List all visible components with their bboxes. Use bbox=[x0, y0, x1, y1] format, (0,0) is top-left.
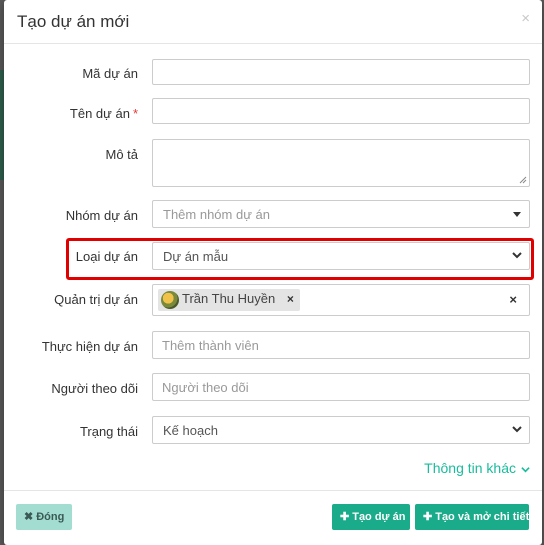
remove-tag-icon[interactable]: × bbox=[287, 292, 294, 306]
times-icon: ✖ bbox=[24, 511, 34, 523]
project-members-label: Thực hiện dự án bbox=[41, 339, 138, 354]
project-name-label-text: Tên dự án bbox=[69, 106, 130, 121]
more-info-link[interactable]: Thông tin khác bbox=[424, 460, 530, 476]
dialog-title: Tạo dự án mới bbox=[17, 12, 130, 31]
project-name-input[interactable] bbox=[152, 98, 530, 124]
close-button-label: Đóng bbox=[36, 511, 65, 523]
project-type-label: Loại dự án bbox=[75, 249, 138, 264]
description-label: Mô tả bbox=[105, 147, 138, 162]
caret-down-icon bbox=[513, 212, 521, 217]
more-info-label: Thông tin khác bbox=[424, 460, 516, 476]
clear-selection-icon[interactable]: × bbox=[509, 292, 517, 307]
dialog-header: Tạo dự án mới × bbox=[4, 0, 542, 44]
project-group-label: Nhóm dự án bbox=[65, 208, 138, 223]
project-code-input[interactable] bbox=[152, 59, 530, 85]
status-label: Trạng thái bbox=[79, 424, 138, 439]
close-icon[interactable]: × bbox=[521, 10, 530, 27]
create-and-open-label: Tạo và mở chi tiết bbox=[435, 511, 530, 523]
create-project-button[interactable]: ✚ Tạo dự án bbox=[332, 504, 410, 530]
project-admins-select[interactable]: Trần Thu Huyền × × bbox=[152, 284, 530, 316]
project-group-placeholder: Thêm nhóm dự án bbox=[163, 207, 270, 222]
avatar bbox=[161, 291, 179, 309]
project-admins-label: Quản trị dự án bbox=[54, 292, 138, 307]
status-select[interactable]: Kế hoạch bbox=[152, 416, 530, 444]
project-members-placeholder: Thêm thành viên bbox=[162, 338, 259, 353]
plus-icon: ✚ bbox=[340, 511, 350, 523]
create-project-label: Tạo dự án bbox=[352, 511, 406, 523]
resize-grip-icon[interactable] bbox=[519, 176, 527, 184]
chevron-down-icon bbox=[512, 252, 522, 259]
chevron-down-icon bbox=[521, 466, 530, 473]
followers-label: Người theo dõi bbox=[51, 381, 138, 396]
admin-tag-name: Trần Thu Huyền bbox=[182, 291, 276, 306]
followers-input[interactable]: Người theo dõi bbox=[152, 373, 530, 401]
dialog-footer: ✖ Đóng ✚ Tạo dự án ✚ Tạo và mở chi tiết bbox=[4, 490, 542, 545]
chevron-down-icon bbox=[512, 426, 522, 433]
status-value: Kế hoạch bbox=[163, 423, 218, 438]
project-members-input[interactable]: Thêm thành viên bbox=[152, 331, 530, 359]
project-type-select[interactable]: Dự án mẫu bbox=[152, 242, 530, 270]
required-mark: * bbox=[132, 106, 138, 121]
admin-tag: Trần Thu Huyền × bbox=[158, 289, 300, 311]
create-and-open-button[interactable]: ✚ Tạo và mở chi tiết bbox=[415, 504, 529, 530]
description-textarea[interactable] bbox=[152, 139, 530, 187]
followers-placeholder: Người theo dõi bbox=[162, 380, 249, 395]
create-project-dialog: Tạo dự án mới × Mã dự án Tên dự án * Mô t… bbox=[4, 0, 542, 545]
project-group-select[interactable]: Thêm nhóm dự án bbox=[152, 200, 530, 228]
project-code-label: Mã dự án bbox=[82, 66, 138, 81]
close-button[interactable]: ✖ Đóng bbox=[16, 504, 72, 530]
project-name-label: Tên dự án * bbox=[70, 106, 138, 121]
project-type-value: Dự án mẫu bbox=[163, 249, 229, 264]
plus-icon: ✚ bbox=[423, 511, 433, 523]
